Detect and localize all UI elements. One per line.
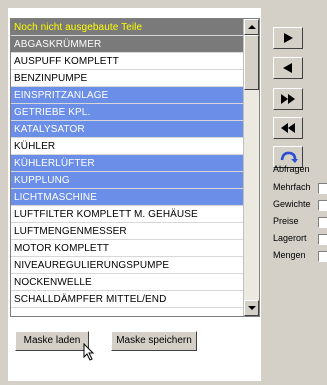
option-checkbox[interactable] bbox=[318, 234, 327, 245]
play-right-icon bbox=[284, 33, 293, 43]
load-mask-button[interactable]: Maske laden bbox=[15, 331, 89, 351]
arrow-up-icon bbox=[248, 25, 256, 29]
previous-button[interactable] bbox=[273, 57, 303, 79]
list-header: Noch nicht ausgebaute Teile bbox=[11, 19, 243, 36]
list-item[interactable]: KÜHLERLÜFTER bbox=[11, 155, 243, 172]
option-label: Gewichte bbox=[273, 199, 311, 209]
list-item[interactable]: LUFTFILTER KOMPLETT M. GEHÄUSE bbox=[11, 206, 243, 223]
list-item[interactable]: NIVEAUREGULIERUNGSPUMPE bbox=[11, 257, 243, 274]
option-label: Preise bbox=[273, 216, 299, 226]
scroll-up-button[interactable] bbox=[244, 19, 259, 35]
save-mask-button[interactable]: Maske speichern bbox=[111, 331, 197, 351]
list-item[interactable]: EINSPRITZANLAGE bbox=[11, 87, 243, 104]
scroll-thumb[interactable] bbox=[244, 35, 259, 90]
list-item[interactable]: LUFTMENGENMESSER bbox=[11, 223, 243, 240]
next-button[interactable] bbox=[273, 27, 303, 49]
rewind-button[interactable] bbox=[273, 117, 303, 139]
option-label: Lagerort bbox=[273, 233, 307, 243]
list-item[interactable]: KUPPLUNG bbox=[11, 172, 243, 189]
option-label: Mehrfach bbox=[273, 182, 311, 192]
arrow-down-icon bbox=[248, 306, 256, 310]
parts-list: Noch nicht ausgebaute Teile ABGASKRÜMMER… bbox=[11, 19, 243, 308]
play-left-icon bbox=[283, 63, 292, 73]
option-checkbox[interactable] bbox=[318, 200, 327, 211]
fast-forward-icon bbox=[281, 94, 295, 104]
list-item[interactable]: GETRIEBE KPL. bbox=[11, 104, 243, 121]
list-item[interactable]: AUSPUFF KOMPLETT bbox=[11, 53, 243, 70]
option-checkbox[interactable] bbox=[318, 251, 327, 262]
list-item[interactable]: KÜHLER bbox=[11, 138, 243, 155]
mouse-cursor-icon bbox=[83, 343, 95, 361]
rewind-icon bbox=[281, 123, 295, 133]
list-item[interactable]: BENZINPUMPE bbox=[11, 70, 243, 87]
list-items: ABGASKRÜMMER AUSPUFF KOMPLETT BENZINPUMPE E… bbox=[11, 36, 243, 308]
list-item[interactable]: SCHALLDÄMPFER MITTEL/END bbox=[11, 291, 243, 308]
scroll-down-button[interactable] bbox=[244, 300, 259, 316]
option-checkbox[interactable] bbox=[318, 183, 327, 194]
vertical-scrollbar[interactable] bbox=[243, 19, 259, 316]
option-checkbox[interactable] bbox=[318, 217, 327, 228]
option-label: Mengen bbox=[273, 250, 306, 260]
fast-forward-button[interactable] bbox=[273, 88, 303, 110]
list-item[interactable]: ABGASKRÜMMER bbox=[11, 36, 243, 53]
list-item[interactable]: MOTOR KOMPLETT bbox=[11, 240, 243, 257]
list-item[interactable]: NOCKENWELLE bbox=[11, 274, 243, 291]
options-title: Abfragen bbox=[273, 164, 310, 174]
parts-listbox[interactable]: Noch nicht ausgebaute Teile ABGASKRÜMMER… bbox=[10, 18, 260, 317]
list-item[interactable]: KATALYSATOR bbox=[11, 121, 243, 138]
list-item[interactable]: LICHTMASCHINE bbox=[11, 189, 243, 206]
